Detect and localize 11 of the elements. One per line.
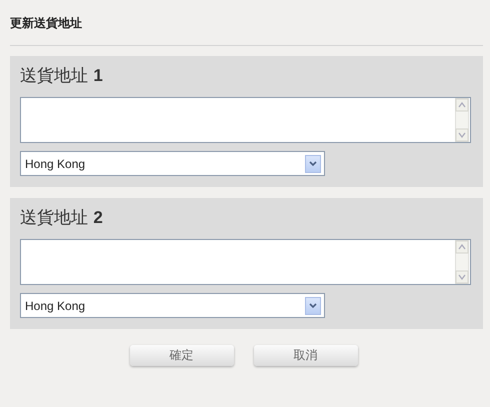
- scrollbar-drawing[interactable]: [455, 240, 469, 284]
- address-heading: 送貨地址 2: [20, 207, 104, 230]
- country-dropdown[interactable]: Hong Kong: [20, 151, 325, 176]
- page-title: 更新送貨地址: [10, 15, 83, 32]
- address-heading: 送貨地址 1: [20, 65, 104, 88]
- country-dropdown[interactable]: Hong Kong: [20, 293, 325, 318]
- action-button[interactable]: 取消: [254, 345, 358, 366]
- action-button[interactable]: 確定: [130, 345, 234, 366]
- scrollbar-drawing[interactable]: [455, 98, 469, 142]
- address-field[interactable]: [20, 239, 471, 285]
- address-field[interactable]: [20, 97, 471, 143]
